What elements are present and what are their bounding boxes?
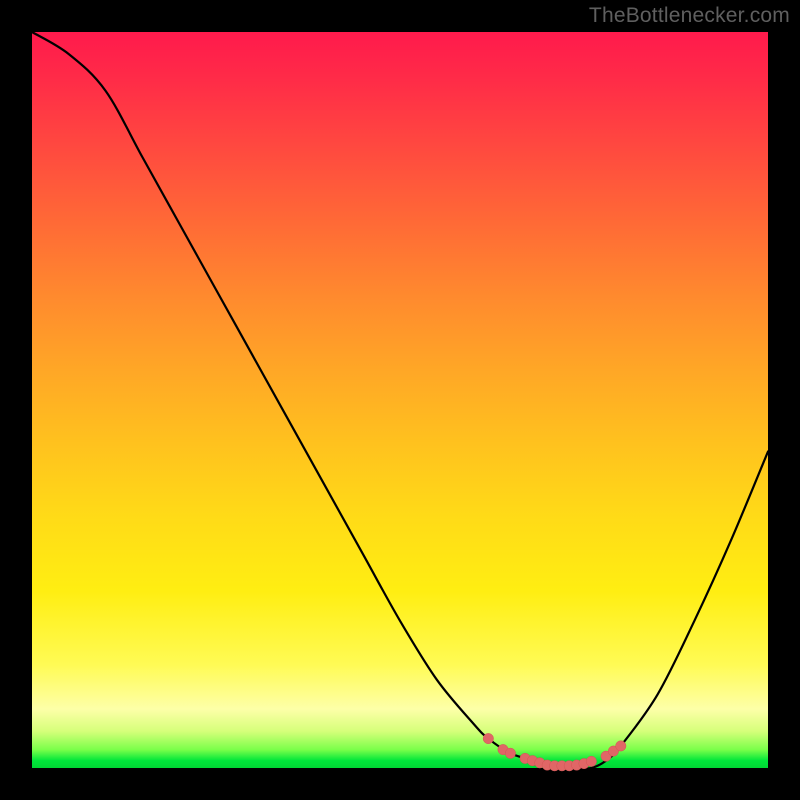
chart-svg bbox=[32, 32, 768, 768]
trough-marker bbox=[483, 733, 493, 743]
chart-frame: TheBottlenecker.com bbox=[0, 0, 800, 800]
trough-marker bbox=[616, 741, 626, 751]
watermark-text: TheBottlenecker.com bbox=[589, 4, 790, 28]
trough-markers bbox=[483, 733, 626, 771]
bottleneck-curve bbox=[32, 32, 768, 769]
plot-area bbox=[32, 32, 768, 768]
trough-marker bbox=[586, 756, 596, 766]
trough-marker bbox=[505, 748, 515, 758]
